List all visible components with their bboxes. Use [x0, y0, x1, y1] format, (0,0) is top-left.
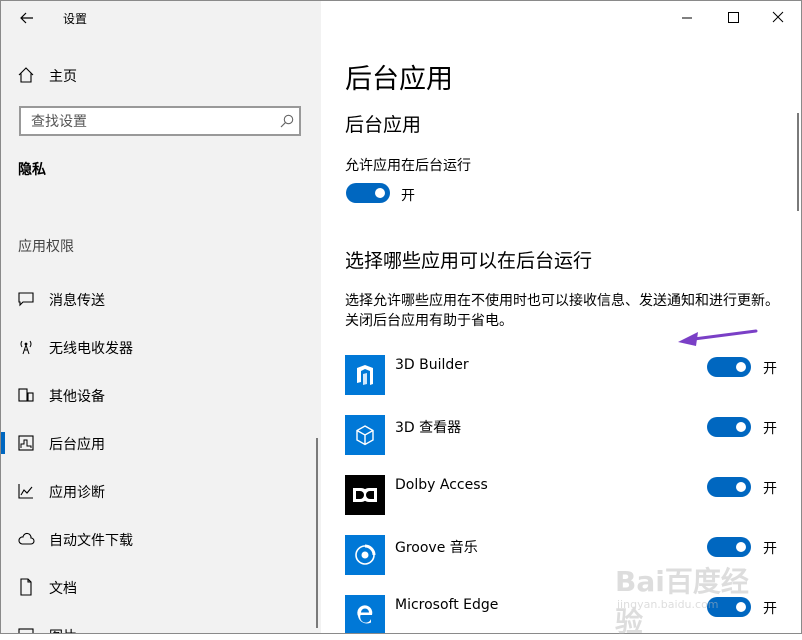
search-box[interactable] — [19, 106, 301, 136]
edge-icon — [345, 595, 385, 633]
app-name: 3D 查看器 — [395, 420, 462, 436]
section-heading-choose-apps: 选择哪些应用可以在后台运行 — [345, 250, 593, 272]
sidebar-item-label: 文档 — [49, 581, 77, 597]
sidebar-item-label: 主页 — [49, 69, 77, 85]
sidebar-item-label: 后台应用 — [49, 437, 105, 453]
settings-window: 设置 主页 隐私 应用权限 消息传送 — [0, 0, 802, 634]
app-row-3d-builder: 3D Builder 开 — [345, 355, 785, 415]
app-toggle-dolby-access[interactable] — [707, 477, 751, 497]
cloud-icon — [18, 532, 35, 545]
app-name: Dolby Access — [395, 477, 488, 493]
section-heading-background-apps: 后台应用 — [345, 114, 422, 136]
minimize-button[interactable] — [664, 1, 710, 33]
sidebar-item-background-apps[interactable]: 后台应用 — [1, 423, 317, 463]
back-arrow-icon — [20, 12, 33, 24]
close-icon — [772, 11, 784, 23]
app-toggle-3d-builder[interactable] — [707, 357, 751, 377]
annotation-arrow-icon — [678, 329, 758, 346]
allow-background-label: 允许应用在后台运行 — [345, 158, 471, 174]
back-button[interactable] — [15, 7, 39, 29]
3d-builder-icon — [345, 355, 385, 395]
dolby-icon — [345, 475, 385, 515]
main-content: 后台应用 后台应用 允许应用在后台运行 开 选择哪些应用可以在后台运行 选择允许… — [321, 1, 801, 633]
sidebar-item-label: 自动文件下载 — [49, 533, 133, 549]
toggle-knob — [375, 188, 385, 198]
toggle-state-label: 开 — [763, 541, 777, 557]
search-icon[interactable] — [279, 113, 295, 129]
sidebar-item-label: 其他设备 — [49, 389, 105, 405]
maximize-icon — [728, 12, 739, 23]
radio-antenna-icon — [20, 340, 32, 355]
sidebar-item-label: 无线电收发器 — [49, 341, 133, 357]
sidebar-item-pictures[interactable]: 图片 — [1, 615, 317, 633]
background-apps-icon — [18, 435, 34, 451]
app-row-microsoft-edge: Microsoft Edge 开 — [345, 595, 785, 633]
toggle-knob — [736, 422, 746, 432]
toggle-state-label: 开 — [763, 421, 777, 437]
maximize-button[interactable] — [710, 1, 756, 33]
sidebar-item-app-diagnostics[interactable]: 应用诊断 — [1, 471, 317, 511]
search-input[interactable] — [29, 112, 273, 132]
toggle-state-label: 开 — [763, 361, 777, 377]
app-name: 3D Builder — [395, 357, 469, 373]
sidebar-item-auto-file-downloads[interactable]: 自动文件下载 — [1, 519, 317, 559]
app-row-dolby-access: Dolby Access 开 — [345, 475, 785, 535]
sidebar-item-label: 应用诊断 — [49, 485, 105, 501]
page-title: 后台应用 — [345, 64, 453, 95]
minimize-icon — [682, 17, 692, 19]
sidebar-item-label: 图片 — [49, 626, 77, 633]
home-icon — [18, 67, 34, 83]
allow-background-toggle[interactable] — [346, 183, 390, 203]
picture-icon — [18, 628, 34, 633]
sidebar-item-home[interactable]: 主页 — [1, 55, 317, 95]
sidebar: 设置 主页 隐私 应用权限 消息传送 — [1, 1, 321, 633]
toggle-state-label: 开 — [401, 188, 415, 204]
app-name: Microsoft Edge — [395, 597, 499, 613]
sidebar-item-other-devices[interactable]: 其他设备 — [1, 375, 317, 415]
main-scrollbar[interactable] — [797, 113, 799, 211]
toggle-state-label: 开 — [763, 601, 777, 617]
sidebar-item-radios[interactable]: 无线电收发器 — [1, 327, 317, 367]
toggle-knob — [736, 482, 746, 492]
app-toggle-microsoft-edge[interactable] — [707, 597, 751, 617]
section-description: 选择允许哪些应用在不使用时也可以接收信息、发送通知和进行更新。关闭后台应用有助于… — [345, 293, 779, 329]
app-name: Groove 音乐 — [395, 540, 478, 556]
sidebar-item-documents[interactable]: 文档 — [1, 567, 317, 607]
section-title: 隐私 — [18, 162, 46, 178]
sidebar-scrollbar[interactable] — [316, 438, 318, 628]
app-toggle-groove-music[interactable] — [707, 537, 751, 557]
app-row-3d-viewer: 3D 查看器 开 — [345, 415, 785, 475]
app-toggle-3d-viewer[interactable] — [707, 417, 751, 437]
toggle-state-label: 开 — [763, 481, 777, 497]
message-icon — [18, 292, 34, 307]
toggle-knob — [736, 362, 746, 372]
close-button[interactable] — [755, 1, 801, 33]
3d-viewer-icon — [345, 415, 385, 455]
document-icon — [20, 578, 32, 596]
devices-icon — [18, 388, 34, 402]
sidebar-item-label: 消息传送 — [49, 293, 105, 309]
window-title: 设置 — [63, 12, 88, 26]
toggle-knob — [736, 542, 746, 552]
groove-music-icon — [345, 535, 385, 575]
toggle-knob — [736, 602, 746, 612]
diagnostics-icon — [18, 484, 33, 499]
sidebar-item-messaging[interactable]: 消息传送 — [1, 279, 317, 319]
group-label: 应用权限 — [18, 239, 74, 255]
app-row-groove-music: Groove 音乐 开 — [345, 535, 785, 595]
